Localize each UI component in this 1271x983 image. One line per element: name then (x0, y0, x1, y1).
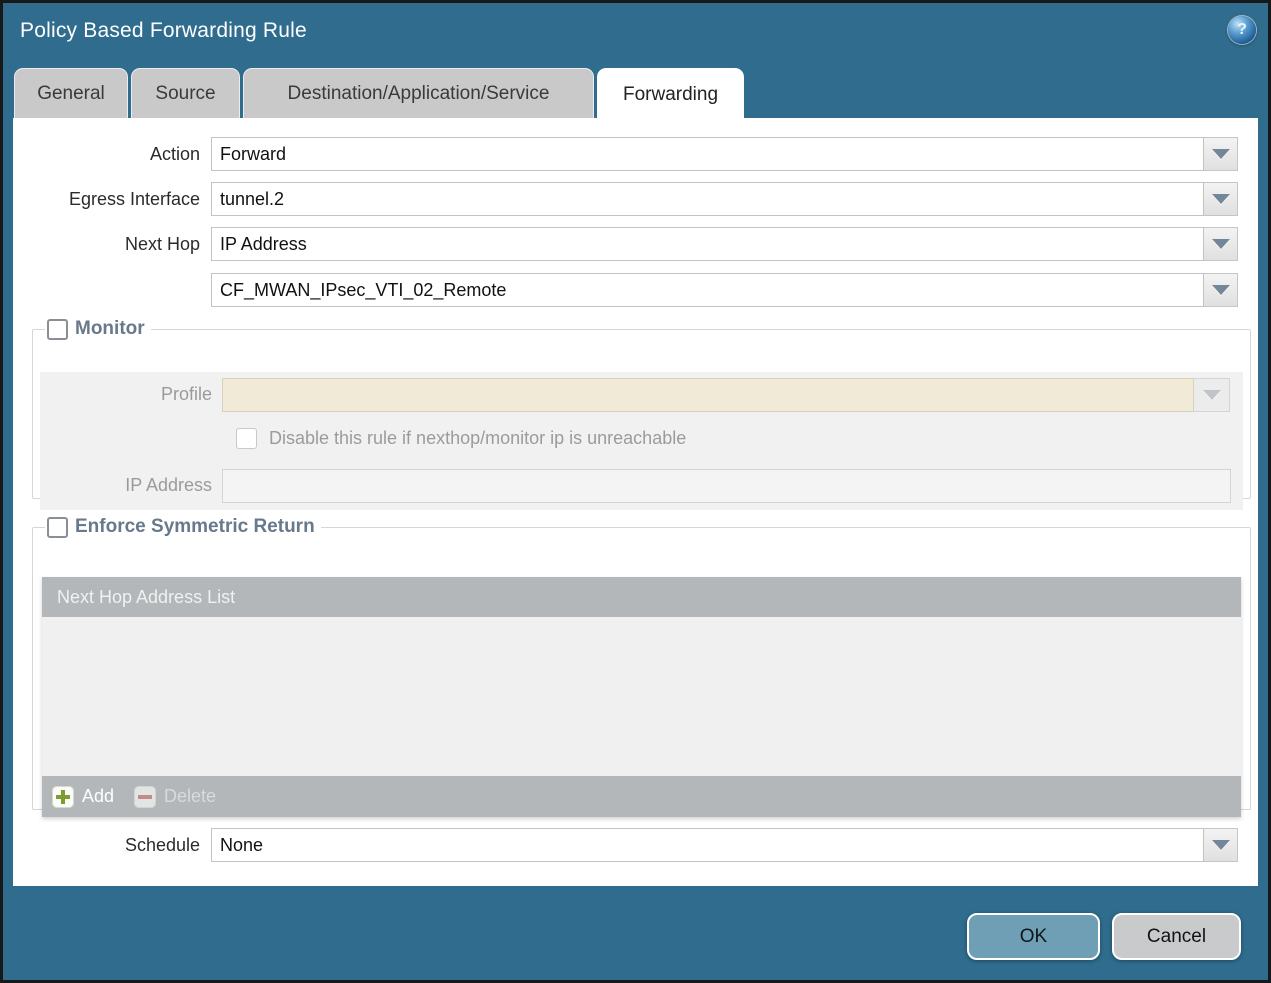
egress-interface-label: Egress Interface (13, 189, 211, 210)
next-hop-address-table: Next Hop Address List Add Delete (42, 577, 1241, 817)
monitor-ip-address-input (222, 469, 1231, 503)
egress-interface-dropdown-button[interactable] (1204, 182, 1238, 216)
monitor-checkbox[interactable] (47, 319, 68, 340)
tab-destination-application-service[interactable]: Destination/Application/Service (243, 68, 594, 118)
dialog-chrome: Policy Based Forwarding Rule ? General S… (3, 3, 1268, 980)
profile-label: Profile (40, 384, 222, 405)
dropdown-arrow-icon (1212, 840, 1230, 850)
monitor-legend: Monitor (45, 318, 151, 340)
tab-forwarding[interactable]: Forwarding (597, 68, 744, 121)
plus-icon (52, 786, 74, 808)
next-hop-address-dropdown-button[interactable] (1204, 273, 1238, 307)
enforce-symmetric-return-label: Enforce Symmetric Return (75, 516, 315, 538)
next-hop-type-input[interactable] (211, 227, 1204, 261)
enforce-symmetric-return-section: Enforce Symmetric Return Next Hop Addres… (32, 516, 1251, 810)
disable-rule-label: Disable this rule if nexthop/monitor ip … (269, 428, 686, 449)
ok-button[interactable]: OK (967, 913, 1100, 960)
enforce-symmetric-return-checkbox[interactable] (47, 517, 68, 538)
policy-based-forwarding-dialog: Policy Based Forwarding Rule ? General S… (0, 0, 1271, 983)
schedule-dropdown-button[interactable] (1204, 828, 1238, 862)
next-hop-address-list-body[interactable] (42, 617, 1241, 776)
next-hop-address-list-toolbar: Add Delete (42, 776, 1241, 817)
next-hop-type-dropdown-button[interactable] (1204, 227, 1238, 261)
profile-dropdown-button (1194, 378, 1230, 412)
dropdown-arrow-icon (1203, 390, 1221, 400)
egress-interface-input[interactable] (211, 182, 1204, 216)
tab-source[interactable]: Source (131, 68, 240, 118)
next-hop-address-input[interactable] (211, 273, 1204, 307)
tab-general[interactable]: General (14, 68, 128, 118)
minus-icon (134, 786, 156, 808)
monitor-label: Monitor (75, 318, 145, 340)
dialog-title: Policy Based Forwarding Rule (20, 19, 307, 43)
action-label: Action (13, 144, 211, 165)
next-hop-address-list-column-header: Next Hop Address List (42, 577, 1241, 617)
next-hop-label: Next Hop (13, 234, 211, 255)
schedule-label: Schedule (13, 835, 211, 856)
dropdown-arrow-icon (1212, 285, 1230, 295)
monitor-ip-address-label: IP Address (40, 475, 222, 496)
delete-button: Delete (134, 786, 216, 808)
add-button-label: Add (82, 786, 114, 807)
schedule-input[interactable] (211, 828, 1204, 862)
help-icon[interactable]: ? (1228, 16, 1256, 44)
disable-rule-checkbox (236, 428, 257, 449)
dropdown-arrow-icon (1212, 239, 1230, 249)
monitor-disabled-panel: Profile Disable this rule if nexthop/mon… (40, 372, 1243, 510)
tab-bar: General Source Destination/Application/S… (14, 68, 747, 118)
add-button[interactable]: Add (52, 786, 114, 808)
monitor-section: Monitor Profile Disable (32, 318, 1251, 499)
dropdown-arrow-icon (1212, 149, 1230, 159)
action-dropdown-button[interactable] (1204, 137, 1238, 171)
forwarding-tab-panel: Action Egress Interface Ne (13, 118, 1258, 886)
delete-button-label: Delete (164, 786, 216, 807)
profile-input (222, 378, 1194, 412)
dropdown-arrow-icon (1212, 194, 1230, 204)
cancel-button[interactable]: Cancel (1112, 913, 1241, 960)
enforce-legend: Enforce Symmetric Return (45, 516, 321, 538)
action-input[interactable] (211, 137, 1204, 171)
